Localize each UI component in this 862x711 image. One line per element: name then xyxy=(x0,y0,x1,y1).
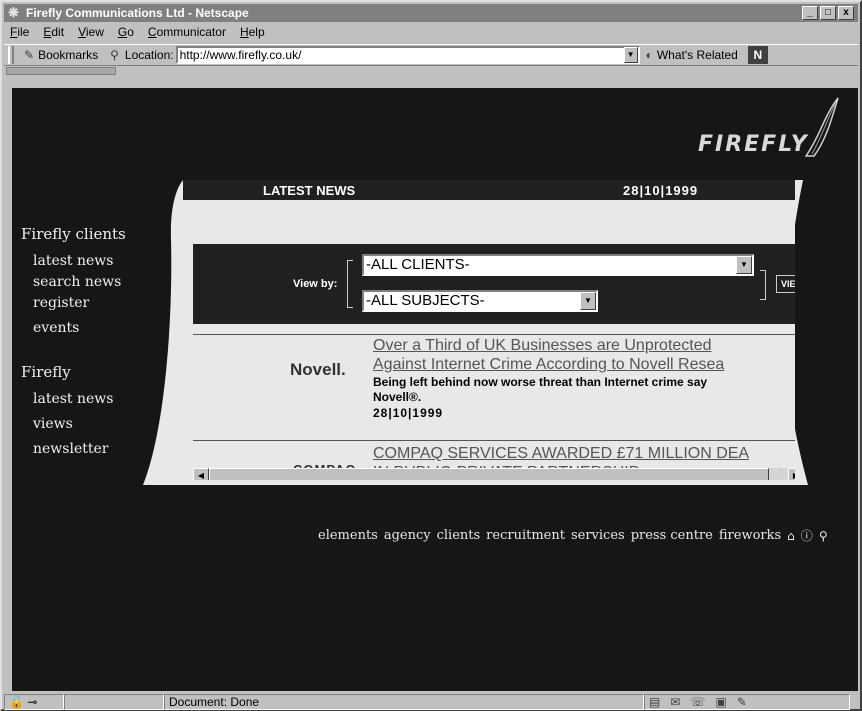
menu-file[interactable]: File xyxy=(10,25,29,39)
news-divider xyxy=(193,440,795,441)
news-filter-box: View by: -ALL CLIENTS- ▼ -ALL SUBJECTS- … xyxy=(193,244,795,324)
sidebar-item-register[interactable]: register xyxy=(33,293,126,314)
sidebar-item-firefly-latest-news[interactable]: latest news xyxy=(33,389,126,410)
news-header-date: 28|10|1999 xyxy=(623,183,699,198)
sidebar-item-events[interactable]: events xyxy=(33,318,126,339)
whats-related-button[interactable]: What's Related xyxy=(657,48,738,62)
mail-icon[interactable]: ✉ xyxy=(670,695,680,709)
news-summary-1-line2: Novell®. xyxy=(373,390,422,404)
nav-agency[interactable]: agency xyxy=(384,528,431,543)
news-header: LATEST NEWS 28|10|1999 xyxy=(183,180,795,200)
news-date-1: 28|10|1999 xyxy=(373,406,444,420)
security-lock-icon[interactable]: 🔓 ⊸ xyxy=(4,694,64,710)
status-text: Document: Done xyxy=(164,694,644,710)
menu-communicator[interactable]: Communicator xyxy=(148,25,226,39)
subjects-select-value: -ALL SUBJECTS- xyxy=(366,292,485,309)
status-bar: 🔓 ⊸ Document: Done ▤ ✉ ☏ ▣ ✎ xyxy=(4,693,858,711)
bookmarks-icon[interactable]: ✎ xyxy=(24,48,34,62)
brand-logo: FIREFLY xyxy=(698,132,809,157)
chevron-down-icon[interactable]: ▼ xyxy=(736,256,752,274)
nav-press-centre[interactable]: press centre xyxy=(631,528,713,543)
sidebar-group-clients-title[interactable]: Firefly clients xyxy=(21,225,126,243)
filter-bracket-right xyxy=(760,270,766,300)
netscape-app-icon: ❋ xyxy=(8,5,19,20)
toolbar-tab[interactable] xyxy=(6,67,116,75)
discussions-icon[interactable]: ☏ xyxy=(690,695,705,709)
menu-view[interactable]: View xyxy=(78,25,104,39)
nav-elements[interactable]: elements xyxy=(318,528,378,543)
page-viewport: FIREFLY Firefly clients latest news sear… xyxy=(12,88,858,691)
news-divider xyxy=(193,334,795,335)
bottom-nav: elements agency clients recruitment serv… xyxy=(318,527,828,544)
title-bar: ❋ Firefly Communications Ltd - Netscape … xyxy=(4,4,858,22)
novell-logo: Novell. xyxy=(290,360,346,379)
news-header-title: LATEST NEWS xyxy=(263,183,356,198)
bookmarks-button[interactable]: Bookmarks xyxy=(38,48,98,62)
location-toolbar: ✎ Bookmarks ⚲ Location: http://www.firef… xyxy=(4,44,858,66)
menu-bar: File Edit View Go Communicator Help xyxy=(4,22,858,42)
minimize-button[interactable]: _ xyxy=(802,6,818,20)
clients-select[interactable]: -ALL CLIENTS- ▼ xyxy=(362,254,754,276)
news-headline-2-line1[interactable]: COMPAQ SERVICES AWARDED £71 MILLION DEA xyxy=(373,444,749,463)
news-panel: LATEST NEWS 28|10|1999 View by: -ALL CLI… xyxy=(143,180,814,488)
chevron-down-icon[interactable]: ▼ xyxy=(580,292,596,310)
sidebar-item-newsletter[interactable]: newsletter xyxy=(33,439,126,460)
whats-related-icon[interactable]: ◐ xyxy=(646,48,653,62)
window-controls: _ □ x xyxy=(802,6,854,20)
news-frame: LATEST NEWS 28|10|1999 View by: -ALL CLI… xyxy=(183,180,795,480)
scroll-right-icon[interactable]: ▶ xyxy=(788,468,795,480)
home-icon[interactable]: ⌂ xyxy=(787,529,795,543)
nav-recruitment[interactable]: recruitment xyxy=(486,528,565,543)
menu-help[interactable]: Help xyxy=(240,25,265,39)
toolbar-grip[interactable] xyxy=(8,46,14,64)
sidebar-item-views[interactable]: views xyxy=(33,414,126,435)
nav-services[interactable]: services xyxy=(571,528,625,543)
news-headline-1-line2[interactable]: Against Internet Crime According to Nove… xyxy=(373,355,724,374)
info-icon[interactable]: ⓘ xyxy=(801,527,813,544)
horizontal-scroll-thumb[interactable] xyxy=(209,468,769,480)
navigator-icon[interactable]: ▤ xyxy=(649,695,660,709)
sidebar-nav: Firefly clients latest news search news … xyxy=(21,225,126,460)
horizontal-scrollbar[interactable]: ◀ ▶ xyxy=(193,468,795,480)
sidebar-item-latest-news[interactable]: latest news xyxy=(33,251,126,272)
location-label: Location: xyxy=(124,48,174,62)
menu-go[interactable]: Go xyxy=(118,25,134,39)
nav-fireworks[interactable]: fireworks xyxy=(719,528,781,543)
url-input[interactable]: http://www.firefly.co.uk/ xyxy=(175,46,640,64)
news-headline-1-line1[interactable]: Over a Third of UK Businesses are Unprot… xyxy=(373,336,712,355)
maximize-button[interactable]: □ xyxy=(820,6,836,20)
netscape-logo[interactable]: N xyxy=(747,46,768,64)
scroll-left-icon[interactable]: ◀ xyxy=(193,468,209,480)
close-button[interactable]: x xyxy=(838,6,854,20)
view-by-label: View by: xyxy=(293,278,338,290)
component-bar: ▤ ✉ ☏ ▣ ✎ xyxy=(644,694,850,710)
news-summary-1-line1: Being left behind now worse threat than … xyxy=(373,375,708,389)
edit-icon[interactable]: ✎ xyxy=(737,695,747,709)
view-button[interactable]: VIE xyxy=(776,275,795,293)
browser-window: ❋ Firefly Communications Ltd - Netscape … xyxy=(0,0,862,711)
clients-select-value: -ALL CLIENTS- xyxy=(366,256,470,273)
nav-clients[interactable]: clients xyxy=(437,528,481,543)
composer-icon[interactable]: ▣ xyxy=(715,695,726,709)
subjects-select[interactable]: -ALL SUBJECTS- ▼ xyxy=(362,290,598,312)
sidebar-item-search-news[interactable]: search news xyxy=(33,272,126,293)
progress-cell xyxy=(64,694,164,710)
menu-edit[interactable]: Edit xyxy=(43,25,64,39)
window-title: Firefly Communications Ltd - Netscape xyxy=(26,6,249,20)
search-icon[interactable]: ⚲ xyxy=(819,529,828,543)
url-dropdown-button[interactable]: ▼ xyxy=(623,47,638,63)
location-icon[interactable]: ⚲ xyxy=(110,48,119,62)
filter-bracket-left xyxy=(347,260,353,308)
sidebar-group-firefly-title[interactable]: Firefly xyxy=(21,363,126,381)
